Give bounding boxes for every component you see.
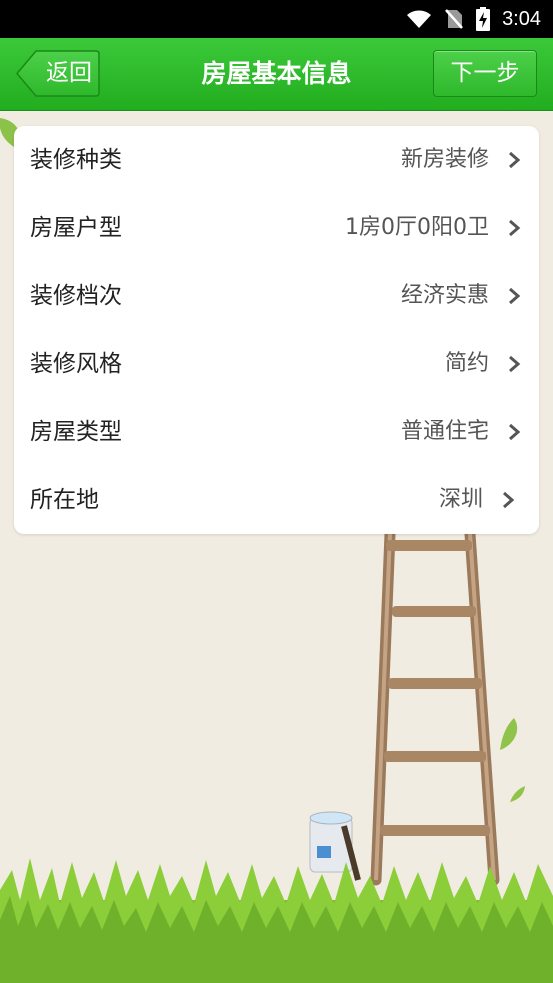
row-label: 装修种类 [30, 147, 122, 173]
row-value: 新房装修 [400, 147, 489, 172]
row-house-layout[interactable]: 房屋户型 1房0厅0阳0卫 [14, 194, 539, 262]
chevron-right-icon [509, 151, 521, 169]
chevron-right-icon [509, 287, 521, 305]
row-value: 1房0厅0阳0卫 [345, 215, 489, 240]
back-button[interactable]: 返回 [16, 50, 100, 97]
status-bar: 3:04 [0, 0, 553, 38]
row-value: 普通住宅 [400, 419, 489, 444]
paint-bucket-illustration [309, 811, 361, 881]
app-header: 返回 房屋基本信息 下一步 [0, 38, 553, 111]
row-value: 简约 [444, 351, 489, 376]
row-value: 经济实惠 [400, 283, 489, 308]
chevron-right-icon [509, 423, 521, 441]
row-decoration-style[interactable]: 装修风格 简约 [14, 330, 539, 398]
row-label: 装修风格 [30, 351, 122, 377]
row-decoration-level[interactable]: 装修档次 经济实惠 [14, 262, 539, 330]
row-location[interactable]: 所在地 深圳 [14, 466, 539, 534]
chevron-right-icon [503, 491, 515, 509]
leaf-icon [500, 718, 518, 750]
battery-charging-icon [476, 7, 491, 31]
house-info-card: 装修种类 新房装修 房屋户型 1房0厅0阳0卫 装修档次 经济实惠 装修风格 简… [14, 126, 539, 534]
chevron-right-icon [509, 219, 521, 237]
grass-illustration [0, 858, 553, 983]
row-label: 房屋类型 [30, 419, 122, 445]
leaf-icon [510, 786, 525, 802]
row-label: 所在地 [30, 487, 99, 513]
row-label: 装修档次 [30, 283, 122, 309]
back-button-label: 返回 [46, 60, 92, 86]
row-decoration-type[interactable]: 装修种类 新房装修 [14, 126, 539, 194]
wifi-icon [407, 10, 432, 28]
status-icons: 3:04 [406, 0, 541, 38]
no-sim-icon [445, 9, 463, 29]
page-title: 房屋基本信息 [201, 59, 352, 88]
ladder-illustration [370, 528, 500, 886]
row-label: 房屋户型 [30, 215, 122, 241]
row-value: 深圳 [438, 487, 483, 512]
chevron-right-icon [509, 355, 521, 373]
status-time: 3:04 [502, 7, 541, 30]
next-step-button[interactable]: 下一步 [433, 50, 537, 97]
row-house-type[interactable]: 房屋类型 普通住宅 [14, 398, 539, 466]
